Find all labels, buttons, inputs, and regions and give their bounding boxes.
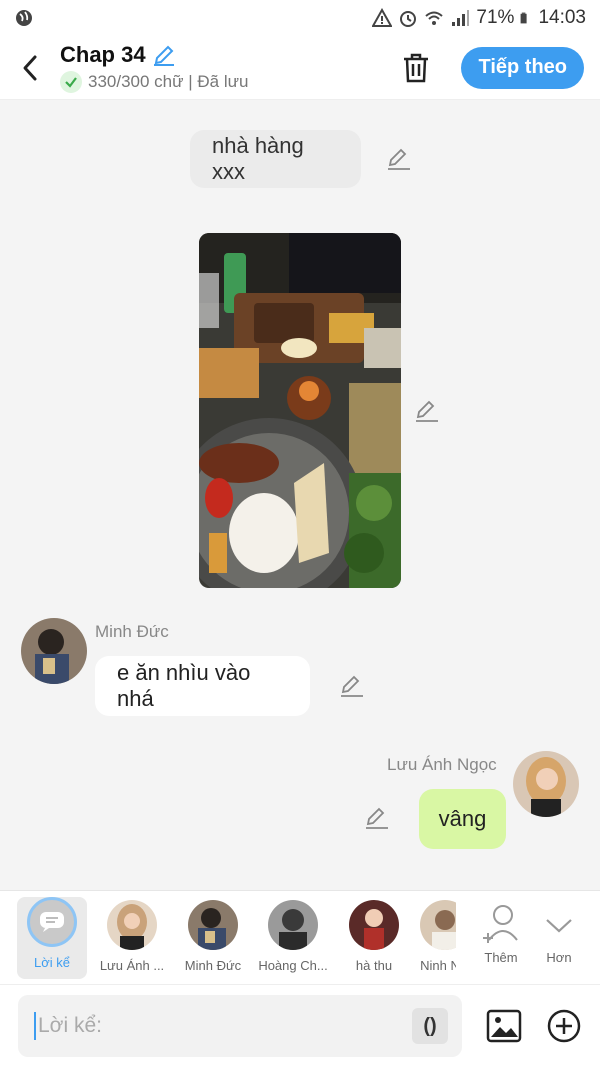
parenthesis-button[interactable]: () — [412, 1008, 448, 1044]
avatar-luu-anh-ngoc[interactable] — [513, 751, 579, 817]
back-button[interactable] — [0, 36, 60, 100]
add-label: Thêm — [484, 950, 518, 965]
clock: 14:03 — [538, 7, 586, 28]
delete-button[interactable] — [391, 43, 441, 93]
edit-icon[interactable] — [386, 146, 412, 172]
more-characters-button[interactable]: Hơn — [524, 897, 594, 979]
composer: Lời kể: () — [0, 984, 600, 1067]
message-bubble[interactable]: e ăn nhìu vào nhá — [95, 656, 310, 716]
trash-icon — [404, 53, 429, 82]
chevron-left-icon — [23, 55, 37, 80]
character-label: Hoàng Ch... — [258, 958, 328, 973]
message-input[interactable]: Lời kể: () — [18, 995, 462, 1057]
status-bar: 71% 14:03 — [0, 0, 600, 36]
character-label: Ninh N — [420, 958, 456, 973]
image-icon — [486, 1009, 522, 1043]
edit-icon[interactable] — [364, 805, 390, 831]
character-ninh-n[interactable]: Ninh N — [420, 897, 456, 979]
wifi-icon — [425, 11, 444, 25]
character-selector: Lời kể Lưu Ánh ... Minh Đức Hoàng Ch... … — [0, 890, 600, 984]
chevron-down-icon — [546, 919, 572, 933]
character-ha-thu[interactable]: hà thu — [339, 897, 409, 979]
add-button[interactable] — [545, 1007, 583, 1045]
narrator-icon — [27, 897, 77, 947]
saved-check-icon — [60, 71, 82, 93]
character-label: hà thu — [355, 958, 393, 973]
character-hoang-ch[interactable]: Hoàng Ch... — [258, 897, 328, 979]
character-avatar — [188, 900, 238, 950]
warning-icon — [372, 8, 393, 27]
sender-name: Minh Đức — [95, 622, 169, 641]
edit-icon[interactable] — [414, 398, 440, 424]
chapter-title: Chap 34 — [60, 42, 146, 67]
globe-icon — [16, 10, 32, 26]
chat-area: nhà hàng xxx Minh Đức e ăn nhìu vào nhá … — [0, 100, 600, 890]
character-luu-anh-ngoc[interactable]: Lưu Ánh ... — [97, 897, 167, 979]
character-avatar — [268, 900, 318, 950]
battery-icon — [521, 12, 528, 24]
character-avatar — [349, 900, 399, 950]
character-label: Lưu Ánh ... — [99, 958, 165, 973]
character-avatar — [107, 900, 157, 950]
food-photo[interactable] — [199, 233, 401, 588]
character-label: Lời kể — [34, 955, 70, 970]
character-avatar — [420, 900, 456, 950]
battery-percent: 71% — [476, 7, 515, 28]
image-button[interactable] — [485, 1007, 523, 1045]
plus-circle-icon — [547, 1009, 581, 1043]
character-label: Minh Đức — [184, 958, 242, 973]
next-button[interactable]: Tiếp theo — [461, 46, 584, 89]
chapter-info: Chap 34 330/300 chữ | Đã lưu — [60, 42, 391, 93]
more-label: Hơn — [546, 950, 572, 965]
avatar-minh-duc[interactable] — [21, 618, 87, 684]
edit-icon[interactable] — [339, 673, 365, 699]
pencil-icon[interactable] — [152, 43, 176, 67]
narration-bubble[interactable]: nhà hàng xxx — [190, 130, 361, 188]
alarm-icon — [400, 11, 417, 27]
message-bubble[interactable]: vâng — [419, 789, 506, 849]
app-header: Chap 34 330/300 chữ | Đã lưu Tiếp theo — [0, 36, 600, 100]
food-photo-image — [199, 233, 401, 588]
character-narrator[interactable]: Lời kể — [17, 897, 87, 979]
sender-name: Lưu Ánh Ngọc — [387, 755, 497, 774]
character-minh-duc[interactable]: Minh Đức — [178, 897, 248, 979]
word-count-status: 330/300 chữ | Đã lưu — [88, 72, 249, 91]
add-person-icon — [483, 905, 518, 943]
signal-icon — [452, 10, 470, 26]
text-caret — [34, 1012, 36, 1040]
input-placeholder: Lời kể: — [38, 1014, 102, 1037]
